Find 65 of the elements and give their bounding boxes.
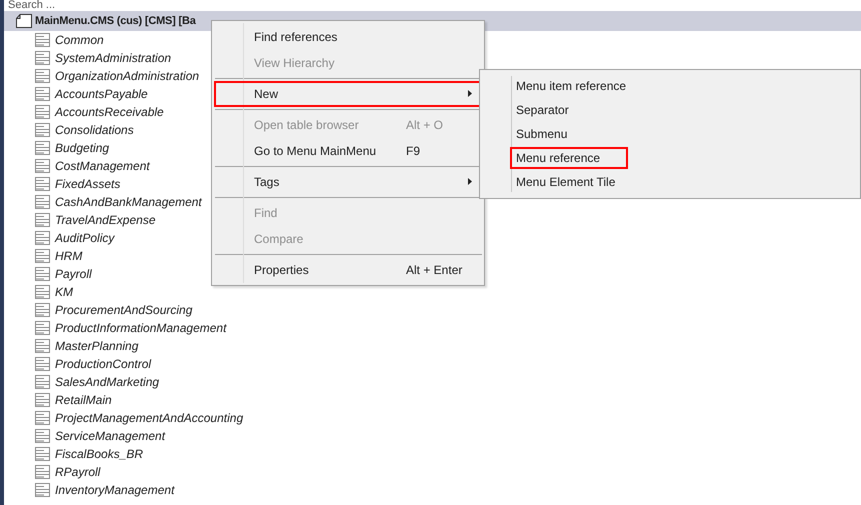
tree-item[interactable]: FixedAssets <box>4 175 120 193</box>
tree-item[interactable]: Common <box>4 31 104 49</box>
menu-icon <box>35 267 50 281</box>
menu-icon <box>35 411 50 425</box>
tree-item[interactable]: ProductInformationManagement <box>4 319 226 337</box>
submenu-arrow-icon <box>468 178 472 185</box>
menu-item[interactable]: Separator <box>510 99 575 121</box>
menu-item[interactable]: New <box>214 81 482 107</box>
tree-item[interactable]: HRM <box>4 247 82 265</box>
menu-item[interactable]: Submenu <box>510 123 574 145</box>
menu-icon <box>35 339 50 353</box>
tree-item[interactable]: InventoryManagement <box>4 481 174 499</box>
tree-item[interactable]: Payroll <box>4 265 92 283</box>
tree-item[interactable]: ProductionControl <box>4 355 152 373</box>
tree-item[interactable]: TravelAndExpense <box>4 211 156 229</box>
tree-item[interactable]: OrganizationAdministration <box>4 67 200 85</box>
menu-icon <box>35 87 50 101</box>
menu-icon <box>35 213 50 227</box>
menu-icon <box>35 141 50 155</box>
menu-icon <box>35 231 50 245</box>
folder-icon <box>16 14 32 28</box>
tree-item[interactable]: SystemAdministration <box>4 49 172 67</box>
tree-item[interactable]: Budgeting <box>4 139 110 157</box>
menu-icon <box>35 465 50 479</box>
tree-item[interactable]: AccountsReceivable <box>4 103 164 121</box>
menu-icon <box>35 447 50 461</box>
menu-item[interactable]: Find references <box>214 24 482 50</box>
tree-item[interactable]: MasterPlanning <box>4 337 138 355</box>
tree-item[interactable]: CashAndBankManagement <box>4 193 202 211</box>
menu-icon <box>35 483 50 497</box>
menu-icon <box>35 375 50 389</box>
submenu-arrow-icon <box>468 90 472 97</box>
menu-icon <box>35 195 50 209</box>
menu-item[interactable]: Menu Element Tile <box>510 171 622 193</box>
menu-item[interactable]: Menu item reference <box>510 75 632 97</box>
menu-item[interactable]: Go to Menu MainMenu F9 <box>214 138 482 164</box>
tree-item[interactable]: FiscalBooks_BR <box>4 445 144 463</box>
menu-icon <box>35 159 50 173</box>
tree-item[interactable]: AccountsPayable <box>4 85 148 103</box>
menu-icon <box>35 249 50 263</box>
tree-item[interactable]: SalesAndMarketing <box>4 373 160 391</box>
tree-item[interactable]: ServiceManagement <box>4 427 166 445</box>
tree-item[interactable]: CostManagement <box>4 157 150 175</box>
tree-item[interactable]: ProcurementAndSourcing <box>4 301 192 319</box>
tree-item[interactable]: AuditPolicy <box>4 229 114 247</box>
tree-item[interactable]: KM <box>4 283 73 301</box>
menu-icon <box>35 429 50 443</box>
menu-icon <box>35 393 50 407</box>
menu-icon <box>35 177 50 191</box>
tree-item[interactable]: Consolidations <box>4 121 134 139</box>
menu-icon <box>35 357 50 371</box>
menu-icon <box>35 321 50 335</box>
tree-item[interactable]: ProjectManagementAndAccounting <box>4 409 244 427</box>
tree-item[interactable]: RetailMain <box>4 391 112 409</box>
menu-icon <box>35 33 50 47</box>
menu-icon <box>35 51 50 65</box>
menu-icon <box>35 123 50 137</box>
menu-icon <box>35 285 50 299</box>
menu-icon <box>35 303 50 317</box>
menu-icon <box>35 105 50 119</box>
menu-item[interactable]: Menu reference <box>510 147 628 169</box>
menu-item[interactable]: Tags <box>214 169 482 195</box>
tree-item[interactable]: RPayroll <box>4 463 100 481</box>
menu-item[interactable]: Properties Alt + Enter <box>214 257 482 283</box>
menu-icon <box>35 69 50 83</box>
